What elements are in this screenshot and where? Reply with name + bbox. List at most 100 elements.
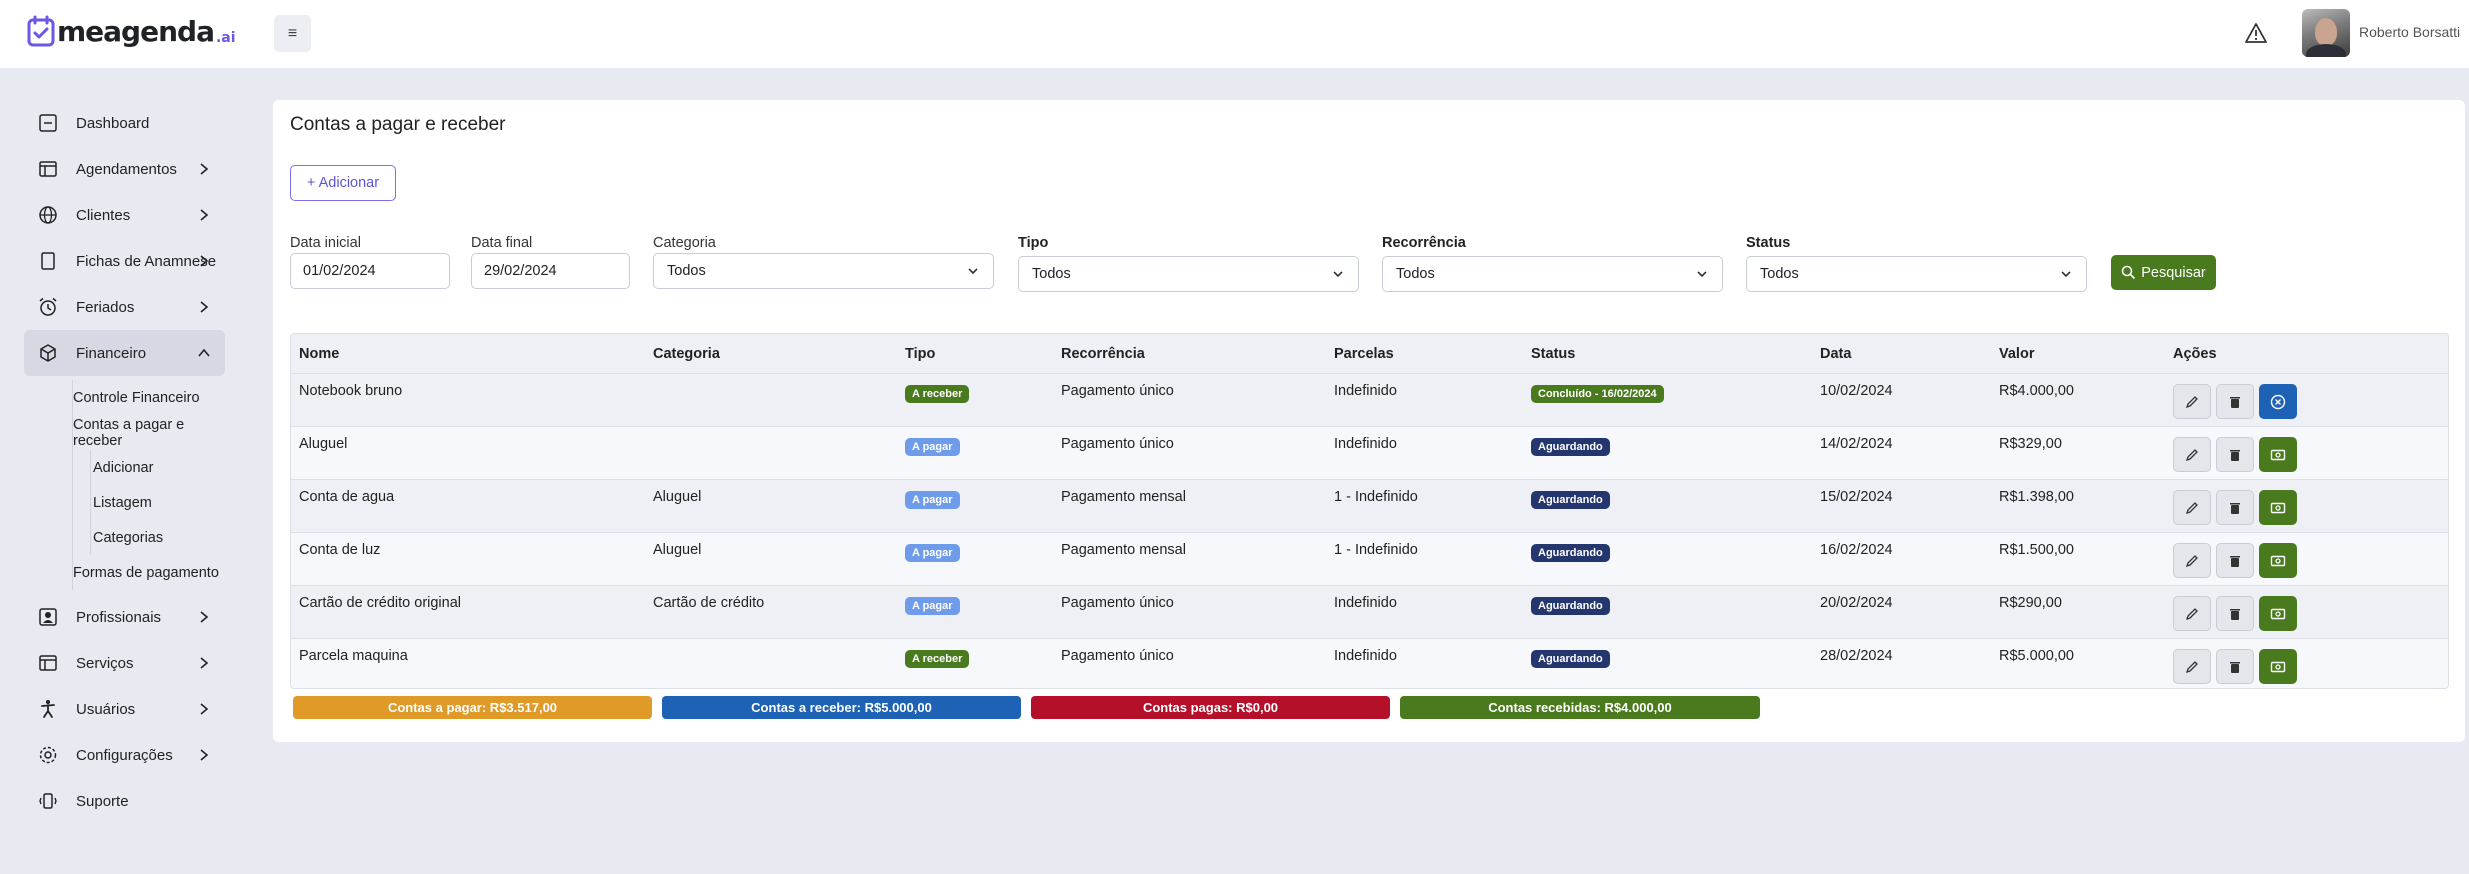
chevron-right-icon <box>197 298 211 316</box>
trash-icon <box>2230 449 2240 461</box>
categoria-select-value: Todos <box>667 263 706 279</box>
edit-button[interactable] <box>2173 543 2211 578</box>
edit-button[interactable] <box>2173 384 2211 419</box>
pencil-icon <box>2185 448 2198 461</box>
accounts-table: Nome Categoria Tipo Recorrência Parcelas… <box>290 333 2449 689</box>
sidebar-item-profissionais[interactable]: Profissionais <box>24 594 234 640</box>
cell-recorrencia: Pagamento único <box>1061 595 1174 611</box>
chevron-down-icon <box>1697 271 1707 278</box>
trash-icon <box>2230 661 2240 673</box>
cancel-payment-button[interactable] <box>2259 384 2297 419</box>
edit-button[interactable] <box>2173 437 2211 472</box>
pencil-icon <box>2185 554 2198 567</box>
delete-button[interactable] <box>2216 543 2254 578</box>
column-header-data: Data <box>1820 346 1852 362</box>
delete-button[interactable] <box>2216 649 2254 684</box>
sidebar-item-label: Agendamentos <box>76 160 177 178</box>
pay-button[interactable] <box>2259 543 2297 578</box>
trash-icon <box>2230 396 2240 408</box>
search-button[interactable]: Pesquisar <box>2111 255 2216 290</box>
sidebar-item-configuracoes[interactable]: Configurações <box>24 732 234 778</box>
cell-valor: R$5.000,00 <box>1999 648 2074 664</box>
filter-label-status: Status <box>1746 235 1791 251</box>
table-row: Aluguel A pagar Pagamento único Indefini… <box>291 427 2448 480</box>
sidebar-item-agendamentos[interactable]: Agendamentos <box>24 146 234 192</box>
trash-icon <box>2230 502 2240 514</box>
cash-icon <box>2270 449 2286 460</box>
sidebar-item-suporte[interactable]: Suporte <box>24 778 234 824</box>
column-header-tipo: Tipo <box>905 346 936 362</box>
table-header: Nome Categoria Tipo Recorrência Parcelas… <box>291 334 2448 374</box>
tipo-select[interactable]: Todos <box>1018 256 1359 292</box>
sidebar-item-dashboard[interactable]: Dashboard <box>24 100 234 146</box>
pay-button[interactable] <box>2259 649 2297 684</box>
recorrencia-select[interactable]: Todos <box>1382 256 1723 292</box>
chevron-right-icon <box>197 206 211 224</box>
sidebar-item-fichas-anamnese[interactable]: Fichas de Anamnese <box>24 238 234 284</box>
delete-button[interactable] <box>2216 490 2254 525</box>
cell-categoria: Cartão de crédito <box>653 595 765 611</box>
pay-button[interactable] <box>2259 437 2297 472</box>
delete-button[interactable] <box>2216 384 2254 419</box>
cell-parcelas: 1 - Indefinido <box>1334 489 1418 505</box>
menu-toggle-button[interactable]: ≡ <box>274 15 311 52</box>
categoria-select[interactable]: Todos <box>653 253 994 289</box>
cell-nome: Cartão de crédito original <box>299 595 462 611</box>
status-badge: Aguardando <box>1531 438 1610 456</box>
edit-button[interactable] <box>2173 596 2211 631</box>
table-row: Cartão de crédito original Cartão de cré… <box>291 586 2448 639</box>
sidebar-item-feriados[interactable]: Feriados <box>24 284 234 330</box>
tipo-badge: A receber <box>905 385 970 403</box>
add-button[interactable]: + Adicionar <box>290 165 396 201</box>
sidebar-item-label: Usuários <box>76 700 136 718</box>
delete-button[interactable] <box>2216 596 2254 631</box>
sidebar-item-clientes[interactable]: Clientes <box>24 192 234 238</box>
submenu-controle-financeiro[interactable]: Controle Financeiro <box>24 380 234 415</box>
submenu-contas-pagar-receber[interactable]: Contas a pagar e receber <box>24 415 234 450</box>
cell-recorrencia: Pagamento único <box>1061 383 1174 399</box>
cell-nome: Notebook bruno <box>299 383 403 399</box>
sidebar-item-usuarios[interactable]: Usuários <box>24 686 234 732</box>
status-select[interactable]: Todos <box>1746 256 2087 292</box>
column-header-status: Status <box>1531 346 1576 362</box>
edit-button[interactable] <box>2173 649 2211 684</box>
chevron-right-icon <box>197 160 211 178</box>
sidebar-item-label: Suporte <box>76 792 129 810</box>
sidebar-item-servicos[interactable]: Serviços <box>24 640 234 686</box>
page-title: Contas a pagar e receber <box>290 114 506 135</box>
sidebar: Dashboard Agendamentos Clientes Fichas d… <box>24 100 234 824</box>
tipo-badge: A pagar <box>905 544 960 562</box>
pencil-icon <box>2185 501 2198 514</box>
calendar-icon <box>38 159 58 179</box>
chevron-right-icon <box>197 608 211 626</box>
cell-data: 10/02/2024 <box>1820 383 1893 399</box>
submenu-formas-pagamento[interactable]: Formas de pagamento <box>24 555 234 590</box>
pencil-icon <box>2185 607 2198 620</box>
cell-nome: Conta de agua <box>299 489 395 505</box>
data-inicial-input[interactable]: 01/02/2024 <box>290 253 450 289</box>
submenu-adicionar[interactable]: Adicionar <box>24 450 234 485</box>
phone-vibrate-icon <box>38 791 58 811</box>
edit-button[interactable] <box>2173 490 2211 525</box>
warning-icon[interactable] <box>2245 22 2267 44</box>
sidebar-item-financeiro[interactable]: Financeiro <box>24 330 225 376</box>
delete-button[interactable] <box>2216 437 2254 472</box>
user-name[interactable]: Roberto Borsatti <box>2359 24 2460 40</box>
file-icon <box>38 251 58 271</box>
avatar[interactable] <box>2302 9 2350 57</box>
pay-button[interactable] <box>2259 490 2297 525</box>
table-row: Notebook bruno A receber Pagamento único… <box>291 374 2448 427</box>
sidebar-item-label: Fichas de Anamnese <box>76 252 217 270</box>
cell-valor: R$290,00 <box>1999 595 2062 611</box>
submenu-categorias[interactable]: Categorias <box>24 520 234 555</box>
main-card: Contas a pagar e receber + Adicionar Dat… <box>273 100 2465 742</box>
cell-data: 15/02/2024 <box>1820 489 1893 505</box>
brand-logo[interactable]: meagenda .ai <box>27 11 236 47</box>
column-header-parcelas: Parcelas <box>1334 346 1394 362</box>
cell-valor: R$4.000,00 <box>1999 383 2074 399</box>
submenu-listagem[interactable]: Listagem <box>24 485 234 520</box>
pay-button[interactable] <box>2259 596 2297 631</box>
search-button-label: Pesquisar <box>2141 264 2206 281</box>
data-final-input[interactable]: 29/02/2024 <box>471 253 630 289</box>
cell-parcelas: Indefinido <box>1334 595 1397 611</box>
